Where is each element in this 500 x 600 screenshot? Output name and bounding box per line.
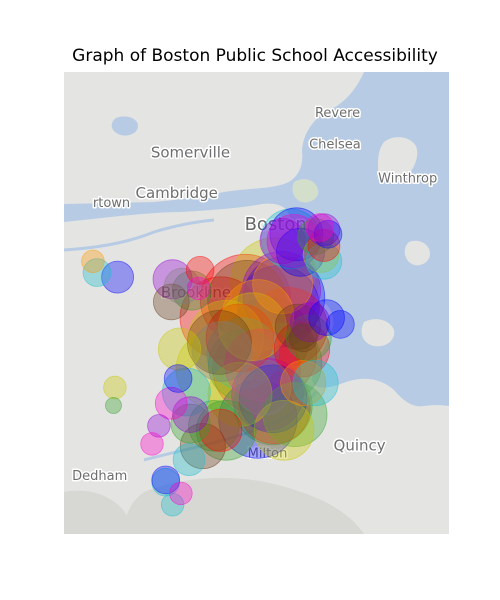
school-marker-s6-p9: [326, 310, 355, 339]
place-label-revere: Revere: [315, 106, 360, 121]
school-marker-s3-p8: [105, 397, 122, 414]
school-marker-s6-p7: [163, 364, 193, 393]
school-marker-s8-p2: [305, 213, 335, 242]
place-label-winthrop: Winthrop: [378, 171, 437, 186]
school-marker-s8-p6: [140, 432, 164, 456]
school-marker-s1-p0: [81, 249, 105, 274]
place-label-dedham: Dedham: [72, 469, 127, 484]
school-marker-s5-p4: [172, 443, 206, 477]
map-plot-area: Revere Somerville Chelsea Winthrop Cambridge…: [64, 72, 449, 534]
school-marker-s8-p5: [169, 481, 193, 506]
place-label-cambridge: Cambridge: [135, 184, 217, 202]
school-marker-s5-p3: [292, 359, 339, 406]
place-label-chelsea: Chelsea: [309, 138, 361, 153]
school-marker-s8-p3: [186, 276, 211, 301]
place-label-quincy: Quincy: [334, 437, 386, 455]
school-marker-s2-p3: [157, 327, 202, 371]
place-label-somerville: Somerville: [151, 144, 230, 162]
chart-title: Graph of Boston Public School Accessibil…: [72, 46, 438, 66]
school-marker-s2-p8: [103, 375, 127, 400]
school-marker-s4-p5: [288, 323, 318, 353]
basemap-svg: Revere Somerville Chelsea Winthrop Cambridge…: [64, 72, 449, 534]
place-label-watertown: rtown: [93, 196, 130, 211]
